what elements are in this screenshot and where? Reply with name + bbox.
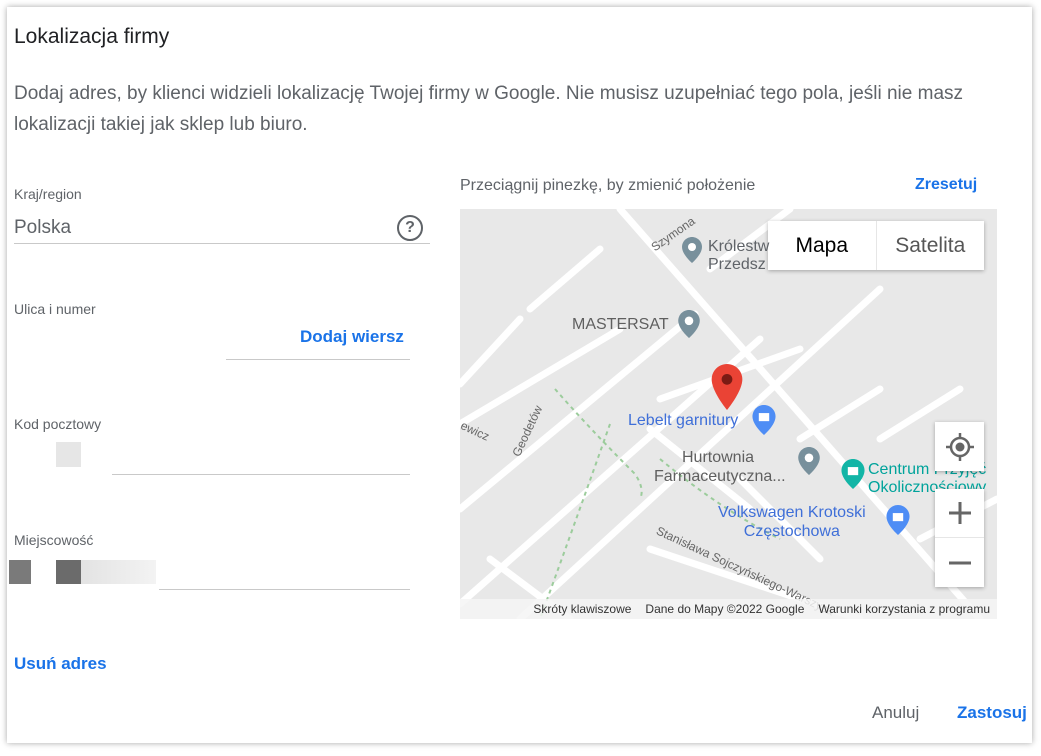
redacted-block: [9, 560, 31, 584]
keyboard-shortcuts-link[interactable]: Skróty klawiszowe: [526, 602, 638, 616]
map-type-satellite-button[interactable]: Satelita: [875, 221, 985, 270]
dialog-description: Dodaj adres, by klienci widzieli lokaliz…: [14, 83, 964, 135]
place-pin-icon: [682, 237, 702, 268]
redacted-block: [56, 560, 81, 584]
terms-link[interactable]: Warunki korzystania z programu: [811, 602, 997, 616]
zoom-control: [935, 489, 984, 587]
apply-button[interactable]: Zastosuj: [957, 703, 1027, 723]
place-hurtownia[interactable]: Hurtownia Farmaceutyczna...: [654, 448, 786, 486]
place-label: Volkswagen Krotoski: [718, 504, 866, 521]
place-lebelt[interactable]: Lebelt garnitury: [628, 412, 738, 430]
zoom-out-button[interactable]: [935, 538, 984, 587]
place-krolestwo[interactable]: Królestw Przedsz: [708, 238, 769, 274]
place-label: Przedsz: [708, 256, 766, 273]
postal-input[interactable]: [112, 474, 410, 475]
map-view[interactable]: Mapa Satelita Szymona Geodetów ewicz Sta…: [460, 209, 997, 619]
dialog-title: Lokalizacja firmy: [14, 25, 170, 48]
country-select[interactable]: Polska: [14, 217, 71, 239]
location-pin-icon[interactable]: [711, 364, 743, 415]
redacted-block: [56, 442, 81, 467]
postal-label: Kod pocztowy: [14, 416, 102, 432]
map-data-credit: Dane do Mapy ©2022 Google: [645, 602, 805, 616]
map-hint: Przeciągnij pinezkę, by zmienić położeni…: [460, 177, 756, 194]
street-label: Ulica i numer: [14, 301, 96, 317]
place-label: Królestw: [708, 238, 770, 255]
city-input[interactable]: [159, 589, 410, 590]
cancel-button[interactable]: Anuluj: [872, 703, 919, 723]
place-pin-icon: [798, 447, 820, 480]
place-label: Farmaceutyczna...: [654, 468, 786, 485]
gift-icon: [841, 459, 865, 494]
help-icon[interactable]: ?: [397, 215, 423, 241]
map-type-switch: Mapa Satelita: [768, 221, 984, 270]
reset-link[interactable]: Zresetuj: [915, 176, 977, 194]
place-label: Częstochowa: [743, 523, 840, 540]
shopping-bag-icon: [886, 505, 910, 540]
crosshair-icon: [945, 432, 974, 461]
map-type-map-button[interactable]: Mapa: [768, 221, 876, 270]
minus-icon: [948, 561, 971, 564]
plus-icon: [948, 502, 971, 524]
place-label: Hurtownia: [682, 449, 755, 466]
my-location-button[interactable]: [935, 422, 984, 471]
city-label: Miejscowość: [14, 532, 94, 548]
place-mastersat[interactable]: MASTERSAT: [572, 316, 669, 334]
place-pin-icon: [678, 310, 700, 343]
street-input[interactable]: [226, 359, 410, 360]
remove-address-link[interactable]: Usuń adres: [14, 654, 107, 674]
redacted-block: [81, 560, 156, 584]
place-volkswagen[interactable]: Volkswagen Krotoski Częstochowa: [718, 503, 866, 541]
add-line-button[interactable]: Dodaj wiersz: [300, 327, 404, 347]
shopping-bag-icon: [752, 405, 776, 440]
country-underline: [14, 243, 430, 244]
zoom-in-button[interactable]: [935, 489, 984, 538]
country-label: Kraj/region: [14, 186, 82, 202]
map-footer: Skróty klawiszowe Dane do Mapy ©2022 Goo…: [460, 599, 997, 619]
